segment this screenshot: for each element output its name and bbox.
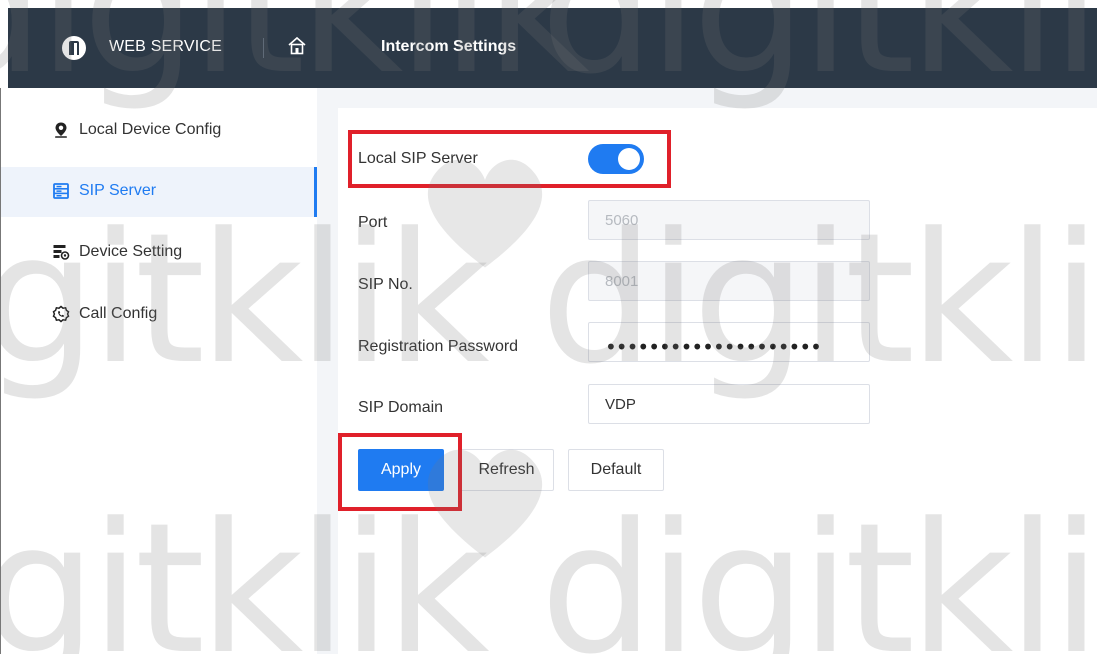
top-header: WEB SERVICE Intercom Settings: [8, 8, 1097, 88]
sidebar-item-local-device-config[interactable]: Local Device Config: [1, 106, 317, 156]
sidebar-item-label: SIP Server: [79, 182, 157, 199]
password-mask: ••••••••••••••••••••: [605, 335, 822, 359]
local-sip-server-toggle[interactable]: [588, 144, 644, 174]
sidebar: Local Device Config SIP Server Device Se…: [1, 88, 317, 654]
browser-frame: WEB SERVICE Intercom Settings Local Devi…: [0, 0, 1097, 654]
page-title: Intercom Settings: [381, 38, 517, 55]
apply-button[interactable]: Apply: [358, 449, 444, 491]
sip-domain-field[interactable]: [588, 384, 870, 424]
location-pin-icon: [55, 122, 67, 138]
home-icon[interactable]: [287, 36, 307, 56]
call-config-icon: [52, 305, 70, 323]
sip-domain-label: SIP Domain: [358, 399, 444, 416]
sidebar-item-sip-server[interactable]: SIP Server: [1, 167, 317, 217]
local-sip-server-label: Local SIP Server: [358, 150, 478, 167]
sidebar-item-device-setting[interactable]: Device Setting: [1, 228, 317, 278]
device-settings-icon: [53, 245, 70, 260]
port-label: Port: [358, 214, 388, 231]
settings-card: [338, 108, 1097, 654]
default-button[interactable]: Default: [568, 449, 664, 491]
sip-no-field[interactable]: [588, 261, 870, 301]
sip-no-label: SIP No.: [358, 276, 413, 293]
header-divider: [263, 38, 264, 58]
sidebar-item-call-config[interactable]: Call Config: [1, 290, 317, 340]
toggle-knob: [618, 148, 640, 170]
sidebar-item-label: Local Device Config: [79, 121, 222, 138]
registration-password-label: Registration Password: [358, 338, 519, 355]
sidebar-item-label: Call Config: [79, 305, 158, 322]
server-icon: [53, 183, 69, 199]
logo-icon: [62, 36, 86, 60]
port-field[interactable]: [588, 200, 870, 240]
sidebar-item-label: Device Setting: [79, 243, 183, 260]
brand-title: WEB SERVICE: [109, 38, 223, 55]
refresh-button[interactable]: Refresh: [459, 449, 554, 491]
